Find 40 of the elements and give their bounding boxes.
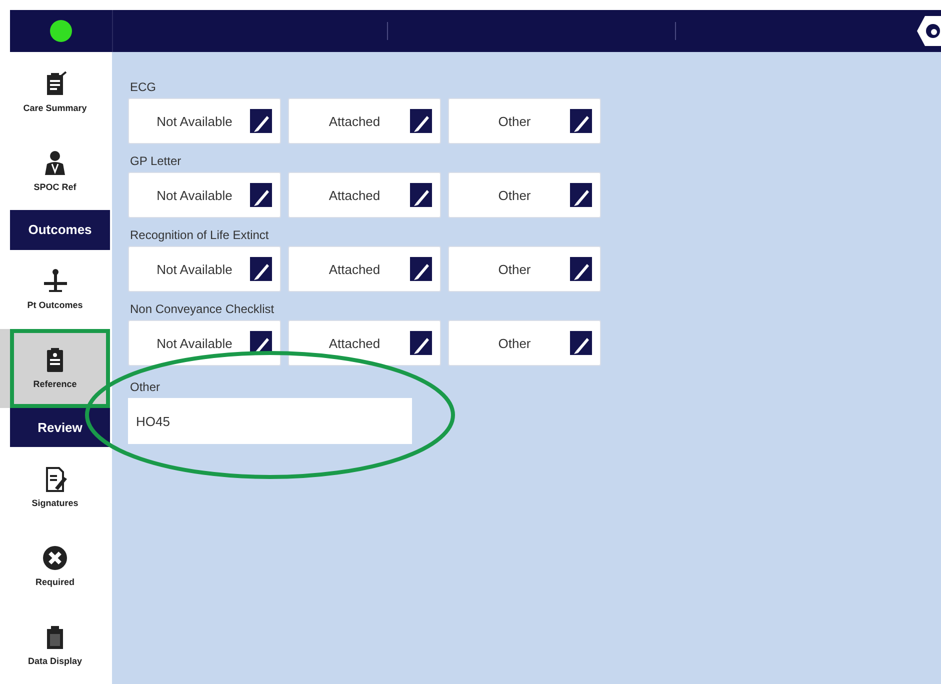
pencil-icon xyxy=(570,183,592,207)
option-button[interactable]: Attached xyxy=(288,172,441,218)
pencil-icon xyxy=(250,257,272,281)
pencil-icon xyxy=(410,183,432,207)
option-button[interactable]: Attached xyxy=(288,246,441,292)
field-label: Other xyxy=(130,380,162,396)
option-button[interactable]: Not Available xyxy=(128,320,281,366)
pencil-icon xyxy=(570,257,592,281)
pencil-icon xyxy=(410,257,432,281)
option-button[interactable]: Not Available xyxy=(128,98,281,144)
sidebar-item[interactable]: Data Display xyxy=(0,605,110,684)
pencil-icon xyxy=(250,109,272,133)
pencil-icon xyxy=(410,109,432,133)
option-button[interactable]: Attached xyxy=(288,320,441,366)
pencil-icon xyxy=(570,109,592,133)
text-field[interactable]: HO45 xyxy=(128,398,412,444)
cross-circle-icon xyxy=(42,544,68,570)
option-button[interactable]: Other xyxy=(448,172,601,218)
sidebar-item[interactable]: Pt Outcomes xyxy=(0,250,110,328)
pencil-icon xyxy=(410,331,432,355)
sidebar-item[interactable]: Care Summary xyxy=(0,52,110,131)
option-button[interactable]: Not Available xyxy=(128,246,281,292)
pencil-icon xyxy=(570,331,592,355)
option-button[interactable]: Other xyxy=(448,320,601,366)
section-header: Outcomes xyxy=(10,210,110,250)
sidebar-item[interactable]: Signatures xyxy=(0,447,110,526)
person-icon xyxy=(42,150,68,176)
option-button[interactable]: Not Available xyxy=(128,172,281,218)
sidebar-item[interactable]: Required xyxy=(0,526,110,605)
sidebar-item[interactable]: Reference xyxy=(0,328,110,408)
section-label: ECG xyxy=(130,80,158,96)
option-button[interactable]: Attached xyxy=(288,98,441,144)
option-button[interactable]: Other xyxy=(448,246,601,292)
option-button[interactable]: Other xyxy=(448,98,601,144)
section-label: GP Letter xyxy=(130,154,182,170)
sidebar-item[interactable]: SPOC Ref xyxy=(0,131,110,210)
section-label: Recognition of Life Extinct xyxy=(130,228,270,244)
section-header: Review xyxy=(10,408,110,447)
pencil-icon xyxy=(250,183,272,207)
section-label: Non Conveyance Checklist xyxy=(130,302,276,318)
